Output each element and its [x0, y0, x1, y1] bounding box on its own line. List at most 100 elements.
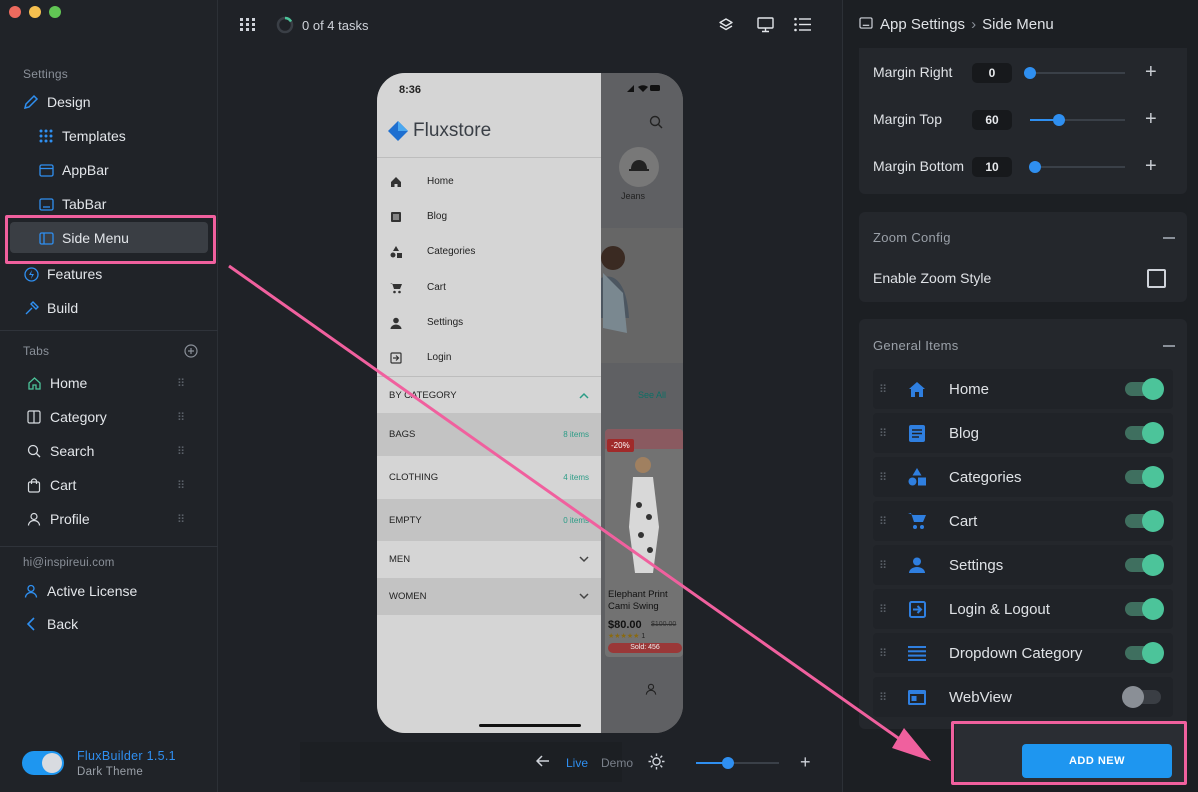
brand-logo-icon [387, 120, 409, 142]
product-card: -20% Elephant Print Cami Swing $80.00 $1… [605, 429, 683, 657]
drag-handle-icon[interactable]: ⠿ [873, 691, 899, 704]
zoom-slider[interactable] [696, 757, 779, 769]
add-tab-icon[interactable] [184, 344, 198, 358]
login-icon [389, 351, 403, 365]
enable-zoom-checkbox[interactable] [1147, 269, 1166, 288]
category-row-label: CLOTHING [389, 472, 439, 483]
category-icon [26, 409, 42, 425]
drag-handle-icon[interactable]: ⠿ [177, 479, 185, 492]
drag-handle-icon[interactable]: ⠿ [873, 647, 899, 660]
sidebar-item-build[interactable]: Build [0, 293, 218, 323]
settings-toggle[interactable] [1125, 554, 1164, 576]
cart-toggle[interactable] [1125, 510, 1164, 532]
apps-grid-icon[interactable] [240, 18, 256, 32]
margin-top-slider[interactable] [1030, 114, 1125, 126]
breadcrumb-root[interactable]: App Settings [880, 16, 965, 33]
collapse-zoom-config-button[interactable] [1163, 237, 1175, 239]
drawer-item-settings: Settings [377, 305, 601, 340]
sidebar-item-design[interactable]: Design [0, 87, 218, 117]
slider-knob[interactable] [1052, 114, 1065, 126]
tab-item-profile[interactable]: Profile ⠿ [0, 504, 218, 534]
back-arrow-icon[interactable] [536, 755, 550, 767]
margin-bottom-field[interactable]: 10 [972, 157, 1012, 177]
category-row-bags: BAGS 8 items [377, 413, 601, 456]
drawer-item-label: Home [427, 176, 454, 187]
drag-handle-icon[interactable]: ⠿ [873, 559, 899, 572]
sidebar-item-back[interactable]: Back [0, 609, 218, 639]
brand-name: Fluxstore [413, 120, 492, 141]
demo-mode-tab[interactable]: Demo [601, 756, 633, 770]
margin-top-plus-button[interactable]: + [1145, 109, 1157, 129]
drag-handle-icon[interactable]: ⠿ [873, 603, 899, 616]
tab-item-cart[interactable]: Cart ⠿ [0, 470, 218, 500]
sidebar-item-features[interactable]: Features [0, 259, 218, 289]
category-row-count: 8 items [563, 430, 589, 439]
settings-section-label: Settings [23, 67, 68, 81]
drag-handle-icon[interactable]: ⠿ [177, 445, 185, 458]
margin-right-plus-button[interactable]: + [1145, 62, 1157, 82]
slider-knob[interactable] [1028, 161, 1041, 173]
tab-item-category[interactable]: Category ⠿ [0, 402, 218, 432]
desktop-icon[interactable] [757, 17, 774, 33]
categories-toggle[interactable] [1125, 466, 1164, 488]
zoom-in-button[interactable]: + [800, 753, 811, 771]
dropdown-category-toggle[interactable] [1125, 642, 1164, 664]
drawer-item-label: Categories [427, 246, 476, 257]
tab-item-home[interactable]: Home ⠿ [0, 368, 218, 398]
drag-handle-icon[interactable]: ⠿ [873, 471, 899, 484]
margin-right-slider[interactable] [1024, 67, 1125, 79]
live-mode-tab[interactable]: Live [566, 756, 588, 770]
drag-handle-icon[interactable]: ⠿ [873, 383, 899, 396]
margin-bottom-label: Margin Bottom [873, 158, 965, 174]
drawer-item-label: Login [427, 352, 452, 363]
brightness-icon[interactable] [648, 753, 665, 770]
slider-knob[interactable] [1024, 67, 1036, 79]
layers-icon[interactable] [718, 17, 734, 33]
close-window-button[interactable] [9, 6, 21, 18]
margin-bottom-slider[interactable] [1028, 161, 1125, 173]
home-icon [389, 175, 403, 189]
drag-handle-icon[interactable]: ⠿ [177, 377, 185, 390]
drawer-item-home: Home [377, 164, 601, 199]
drag-handle-icon[interactable]: ⠿ [177, 513, 185, 526]
add-new-button[interactable]: ADD NEW [1022, 744, 1172, 778]
login-logout-toggle[interactable] [1125, 598, 1164, 620]
bag-icon [26, 477, 42, 493]
list-icon[interactable] [794, 17, 811, 32]
preview-toolbar: 0 of 4 tasks [218, 0, 842, 50]
tab-item-search[interactable]: Search ⠿ [0, 436, 218, 466]
home-toggle[interactable] [1125, 378, 1164, 400]
theme-toggle[interactable] [22, 751, 64, 775]
margin-bottom-plus-button[interactable]: + [1145, 156, 1157, 176]
blog-toggle[interactable] [1125, 422, 1164, 444]
category-row-count: 0 items [563, 515, 589, 525]
minimize-window-button[interactable] [29, 6, 41, 18]
drag-handle-icon[interactable]: ⠿ [177, 411, 185, 424]
dimmed-app-content: Jeans See All -20% Elephant Print Cami S… [601, 73, 683, 733]
margin-top-field[interactable]: 60 [972, 110, 1012, 130]
margin-right-field[interactable]: 0 [972, 63, 1012, 83]
breadcrumb-current: Side Menu [982, 16, 1054, 33]
sidebar-item-active-license[interactable]: Active License [0, 576, 218, 606]
preview-area: 0 of 4 tasks Jeans See All -20% Elephant… [218, 0, 842, 792]
drag-handle-icon[interactable]: ⠿ [873, 427, 899, 440]
user-icon [26, 511, 42, 527]
drag-handle-icon[interactable]: ⠿ [873, 515, 899, 528]
general-item-label: WebView [949, 688, 1012, 706]
webview-toggle[interactable] [1122, 686, 1161, 708]
sidebar-item-appbar[interactable]: AppBar [0, 155, 218, 185]
account-email: hi@inspireui.com [23, 557, 115, 569]
zoom-slider-knob[interactable] [721, 757, 734, 769]
sidebar-item-templates[interactable]: Templates [0, 121, 218, 151]
collapse-general-items-button[interactable] [1163, 345, 1175, 347]
window-controls [9, 6, 61, 18]
side-drawer: 8:36 Fluxstore Home Blog Categories Cart… [377, 73, 601, 733]
left-sidebar: Settings Design Templates AppBar TabBar … [0, 0, 218, 792]
search-icon [649, 115, 663, 129]
appbar-icon [38, 162, 54, 178]
product-old-price: $100.00 [651, 621, 677, 628]
drawer-item-categories: Categories [377, 234, 601, 269]
category-row-count: 4 items [563, 473, 589, 482]
maximize-window-button[interactable] [49, 6, 61, 18]
tasks-count[interactable]: 0 of 4 tasks [302, 18, 368, 33]
